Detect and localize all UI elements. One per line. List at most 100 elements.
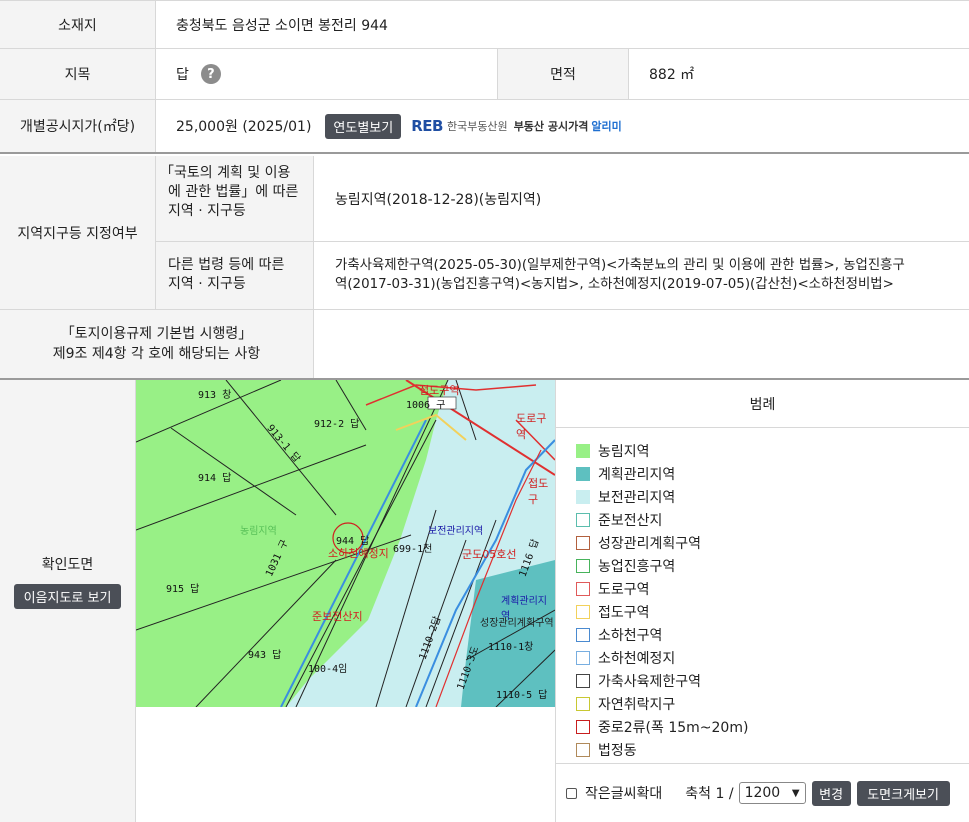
map-label-915: 915 답 bbox=[166, 584, 200, 595]
location-value: 충청북도 음성군 소이면 봉전리 944 bbox=[176, 17, 388, 34]
legend-item: 준보전산지 bbox=[576, 508, 969, 531]
map-zone-label-road: 도로구역 bbox=[516, 412, 547, 441]
legend-item: 가축사육제한구역 bbox=[576, 669, 969, 692]
price-label: 개별공시지가(㎡당) bbox=[0, 100, 156, 152]
cadastral-map[interactable]: 913 창 1006 구 912-2 답 913-1 답 914 답 944 답… bbox=[136, 380, 555, 707]
scale-select[interactable]: 1200 ▼ bbox=[738, 782, 806, 804]
legend-swatch bbox=[576, 489, 590, 504]
law2-label: 다른 법령 등에 따른 지역 · 지구등 bbox=[156, 242, 314, 310]
map-label-100-4: 100-4임 bbox=[308, 664, 348, 675]
price-row: 개별공시지가(㎡당) 25,000원 (2025/01) 연도별보기 REB 한… bbox=[0, 100, 969, 154]
legend-item: 법정동 bbox=[576, 738, 969, 761]
map-label-699-1: 699-1천 bbox=[393, 544, 433, 555]
location-label: 소재지 bbox=[0, 1, 156, 48]
map-label-column: 확인도면 이음지도로 보기 bbox=[0, 380, 136, 822]
legend-swatch bbox=[576, 627, 590, 642]
law1-label: 「국토의 계획 및 이용 에 관한 법률」에 따른 지역 · 지구등 bbox=[156, 156, 314, 242]
legend-label: 성장관리계획구역 bbox=[598, 535, 702, 552]
legend-swatch bbox=[576, 696, 590, 711]
legend-item: 자연취락지구 bbox=[576, 692, 969, 715]
location-row: 소재지 충청북도 음성군 소이면 봉전리 944 bbox=[0, 0, 969, 49]
legend-item: 소하천구역 bbox=[576, 623, 969, 646]
legend-label: 도로구역 bbox=[598, 581, 650, 598]
law2-value: 가축사육제한구역(2025-05-30)(일부제한구역)<가축분뇨의 관리 및 … bbox=[314, 242, 969, 310]
chevron-down-icon: ▼ bbox=[791, 787, 800, 799]
map-blank-area bbox=[136, 707, 555, 822]
map-label-1006: 1006 구 bbox=[406, 400, 446, 411]
law1-value: 농림지역(2018-12-28)(농림지역) bbox=[314, 156, 969, 242]
map-label-1110-1: 1110-1창 bbox=[488, 642, 534, 653]
decree-value bbox=[314, 310, 969, 378]
large-map-view-button[interactable]: 도면크게보기 bbox=[856, 780, 950, 806]
map-zone-label-seongjang: 성장관리계획구역 bbox=[480, 618, 554, 629]
legend-swatch bbox=[576, 673, 590, 688]
scale-select-value: 1200 bbox=[744, 785, 781, 801]
jimok-cell: 답 ? bbox=[156, 49, 498, 99]
map-zone-label-jun-bojeon: 준보전산지 bbox=[312, 610, 363, 623]
map-zone-label-bojeon: 보전관리지역 bbox=[428, 526, 484, 537]
reb-price-alert-link[interactable]: REB 한국부동산원 부동산 공시가격 알리미 bbox=[411, 117, 622, 135]
jimok-row: 지목 답 ? 면적 882 ㎡ bbox=[0, 49, 969, 100]
legend-label: 소하천구역 bbox=[598, 627, 663, 644]
legend-swatch bbox=[576, 604, 590, 619]
jimok-value: 답 bbox=[176, 67, 189, 83]
legend-label: 접도구역 bbox=[598, 604, 650, 621]
law2-value-line1: 가축사육제한구역(2025-05-30)(일부제한구역)<가축분뇨의 관리 및 … bbox=[335, 258, 905, 273]
reb-alert-text: 알리미 bbox=[591, 120, 622, 133]
legend-item: 농업진흥구역 bbox=[576, 554, 969, 577]
legend-swatch bbox=[576, 443, 590, 458]
map-section-label: 확인도면 bbox=[41, 556, 94, 573]
legend-item: 성장관리계획구역 bbox=[576, 531, 969, 554]
law1-label-line3: 지역 · 지구등 bbox=[168, 203, 246, 219]
reb-service-name: 부동산 공시가격 bbox=[513, 120, 589, 133]
legend-label: 보전관리지역 bbox=[598, 489, 676, 506]
legend-item: 농림지역 bbox=[576, 439, 969, 462]
legend-item: 도로구역 bbox=[576, 577, 969, 600]
legend-swatch bbox=[576, 581, 590, 596]
map-zone-label-gundo: 군도05호선 bbox=[462, 548, 517, 561]
law1-label-line2: 에 관한 법률」에 따른 bbox=[168, 184, 299, 200]
decree-label: 「토지이용규제 기본법 시행령」 제9조 제4항 각 호에 해당되는 사항 bbox=[0, 310, 314, 378]
map-label-1110-5: 1110-5 답 bbox=[496, 690, 548, 701]
law1-label-line1: 「국토의 계획 및 이용 bbox=[160, 165, 291, 181]
map-label-943: 943 답 bbox=[248, 650, 282, 661]
legend-swatch bbox=[576, 742, 590, 757]
legend-item: 계획관리지역 bbox=[576, 462, 969, 485]
legend-swatch bbox=[576, 650, 590, 665]
legend-label: 법정동 bbox=[598, 742, 637, 759]
legend-swatch bbox=[576, 466, 590, 481]
yearly-view-button[interactable]: 연도별보기 bbox=[325, 113, 402, 139]
map-label-914: 914 답 bbox=[198, 473, 232, 484]
reb-logo: REB bbox=[411, 117, 443, 135]
map-zone-label-jubdo: 접도구역 bbox=[419, 384, 460, 397]
area-value: 882 ㎡ bbox=[649, 67, 695, 83]
map-label-912-2: 912-2 답 bbox=[314, 419, 360, 430]
legend-label: 중로2류(폭 15m~20m) bbox=[598, 719, 749, 736]
map-zone-label-sohacheon: 소하천예정지 bbox=[328, 547, 389, 560]
legend-item: 보전관리지역 bbox=[576, 485, 969, 508]
legend-title: 범례 bbox=[556, 380, 969, 428]
price-value: 25,000원 (2025/01) bbox=[176, 119, 312, 135]
price-cell: 25,000원 (2025/01) 연도별보기 REB 한국부동산원 부동산 공… bbox=[156, 100, 969, 152]
scale-change-button[interactable]: 변경 bbox=[811, 780, 851, 806]
scale-label: 축척 1 / bbox=[685, 786, 734, 802]
jimok-label: 지목 bbox=[0, 49, 156, 99]
legend-label: 농업진흥구역 bbox=[598, 558, 676, 575]
legend-swatch bbox=[576, 512, 590, 527]
decree-label-line1: 「토지이용규제 기본법 시행령」 bbox=[60, 326, 253, 342]
zoning-section-label: 지역지구등 지정여부 bbox=[0, 156, 156, 310]
legend-list: 농림지역계획관리지역보전관리지역준보전산지성장관리계획구역농업진흥구역도로구역접… bbox=[556, 428, 969, 761]
legend-panel: 범례 농림지역계획관리지역보전관리지역준보전산지성장관리계획구역농업진흥구역도로… bbox=[555, 380, 969, 822]
open-ieum-map-button[interactable]: 이음지도로 보기 bbox=[13, 583, 122, 609]
small-text-checkbox[interactable] bbox=[566, 787, 577, 799]
legend-label: 농림지역 bbox=[598, 443, 650, 460]
legend-label: 준보전산지 bbox=[598, 512, 663, 529]
decree-label-line2: 제9조 제4항 각 호에 해당되는 사항 bbox=[52, 346, 261, 362]
legend-label: 가축사육제한구역 bbox=[598, 673, 702, 690]
area-label: 면적 bbox=[498, 49, 629, 99]
map-zone-label-jubdo2: 접도구 bbox=[528, 477, 549, 506]
help-icon[interactable]: ? bbox=[200, 64, 221, 84]
legend-label: 자연취락지구 bbox=[598, 696, 676, 713]
reb-org-name: 한국부동산원 bbox=[446, 120, 508, 133]
legend-item: 중로2류(폭 15m~20m) bbox=[576, 715, 969, 738]
